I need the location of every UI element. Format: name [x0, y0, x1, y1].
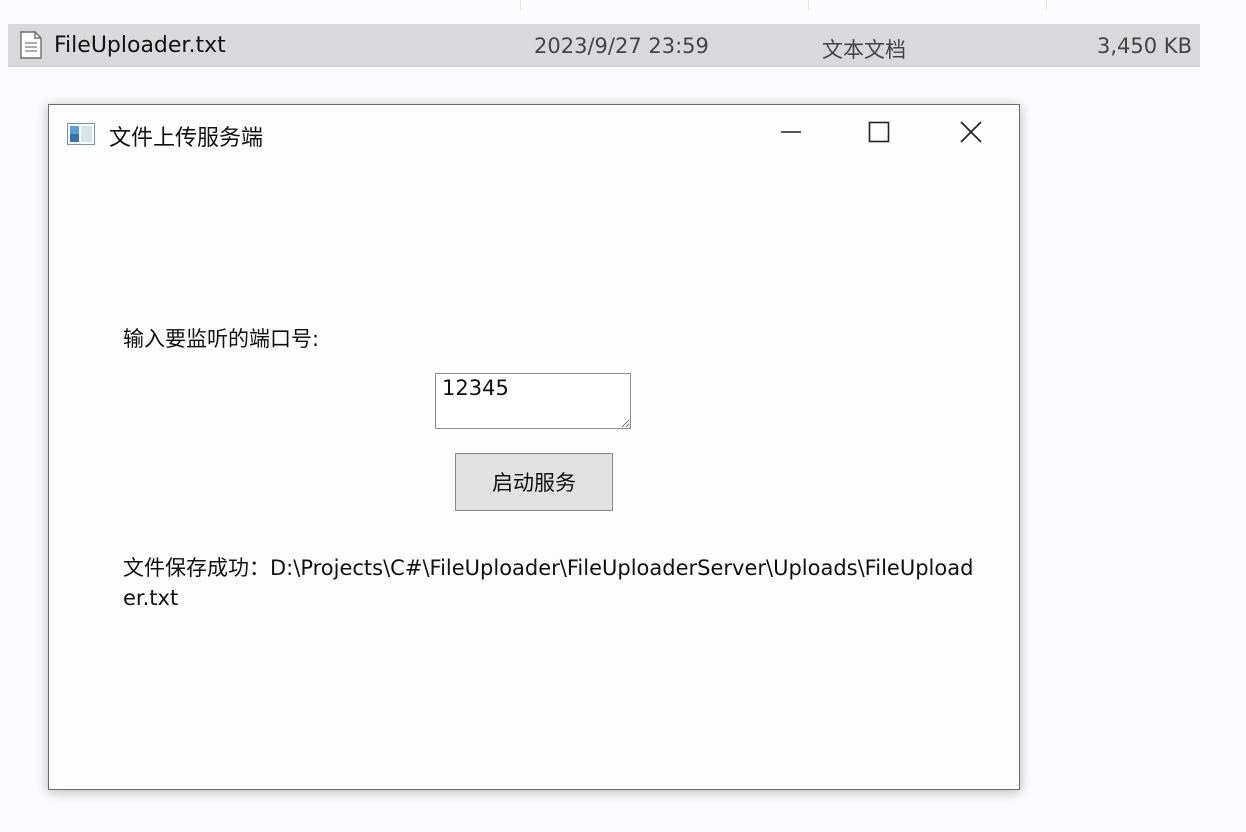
port-label: 输入要监听的端口号:: [123, 327, 320, 351]
app-window-icon: [67, 123, 95, 145]
maximize-button[interactable]: [835, 105, 923, 163]
start-service-button[interactable]: 启动服务: [455, 453, 613, 511]
minimize-icon: [780, 121, 802, 147]
text-document-icon: [20, 31, 42, 59]
minimize-button[interactable]: [747, 105, 835, 163]
server-window: 文件上传服务端 输入要监听的端口号: 12345 启动服务 文件保存成功：D:\…: [48, 104, 1020, 790]
file-type: 文本文档: [822, 38, 906, 62]
port-input[interactable]: 12345: [435, 373, 631, 429]
maximize-icon: [868, 121, 890, 147]
start-service-button-label: 启动服务: [492, 471, 576, 495]
column-divider: [808, 0, 809, 10]
file-name[interactable]: FileUploader.txt: [54, 33, 226, 58]
close-button[interactable]: [927, 105, 1015, 163]
window-title: 文件上传服务端: [109, 126, 264, 151]
file-modified-date: 2023/9/27 23:59: [534, 34, 709, 58]
column-divider: [1046, 0, 1047, 10]
file-list-row[interactable]: FileUploader.txt 2023/9/27 23:59 文本文档 3,…: [8, 24, 1200, 67]
column-divider: [520, 0, 521, 10]
file-size: 3,450 KB: [1097, 34, 1192, 58]
status-message: 文件保存成功：D:\Projects\C#\FileUploader\FileU…: [123, 556, 974, 610]
title-bar[interactable]: 文件上传服务端: [49, 105, 1019, 163]
close-icon: [960, 121, 982, 147]
